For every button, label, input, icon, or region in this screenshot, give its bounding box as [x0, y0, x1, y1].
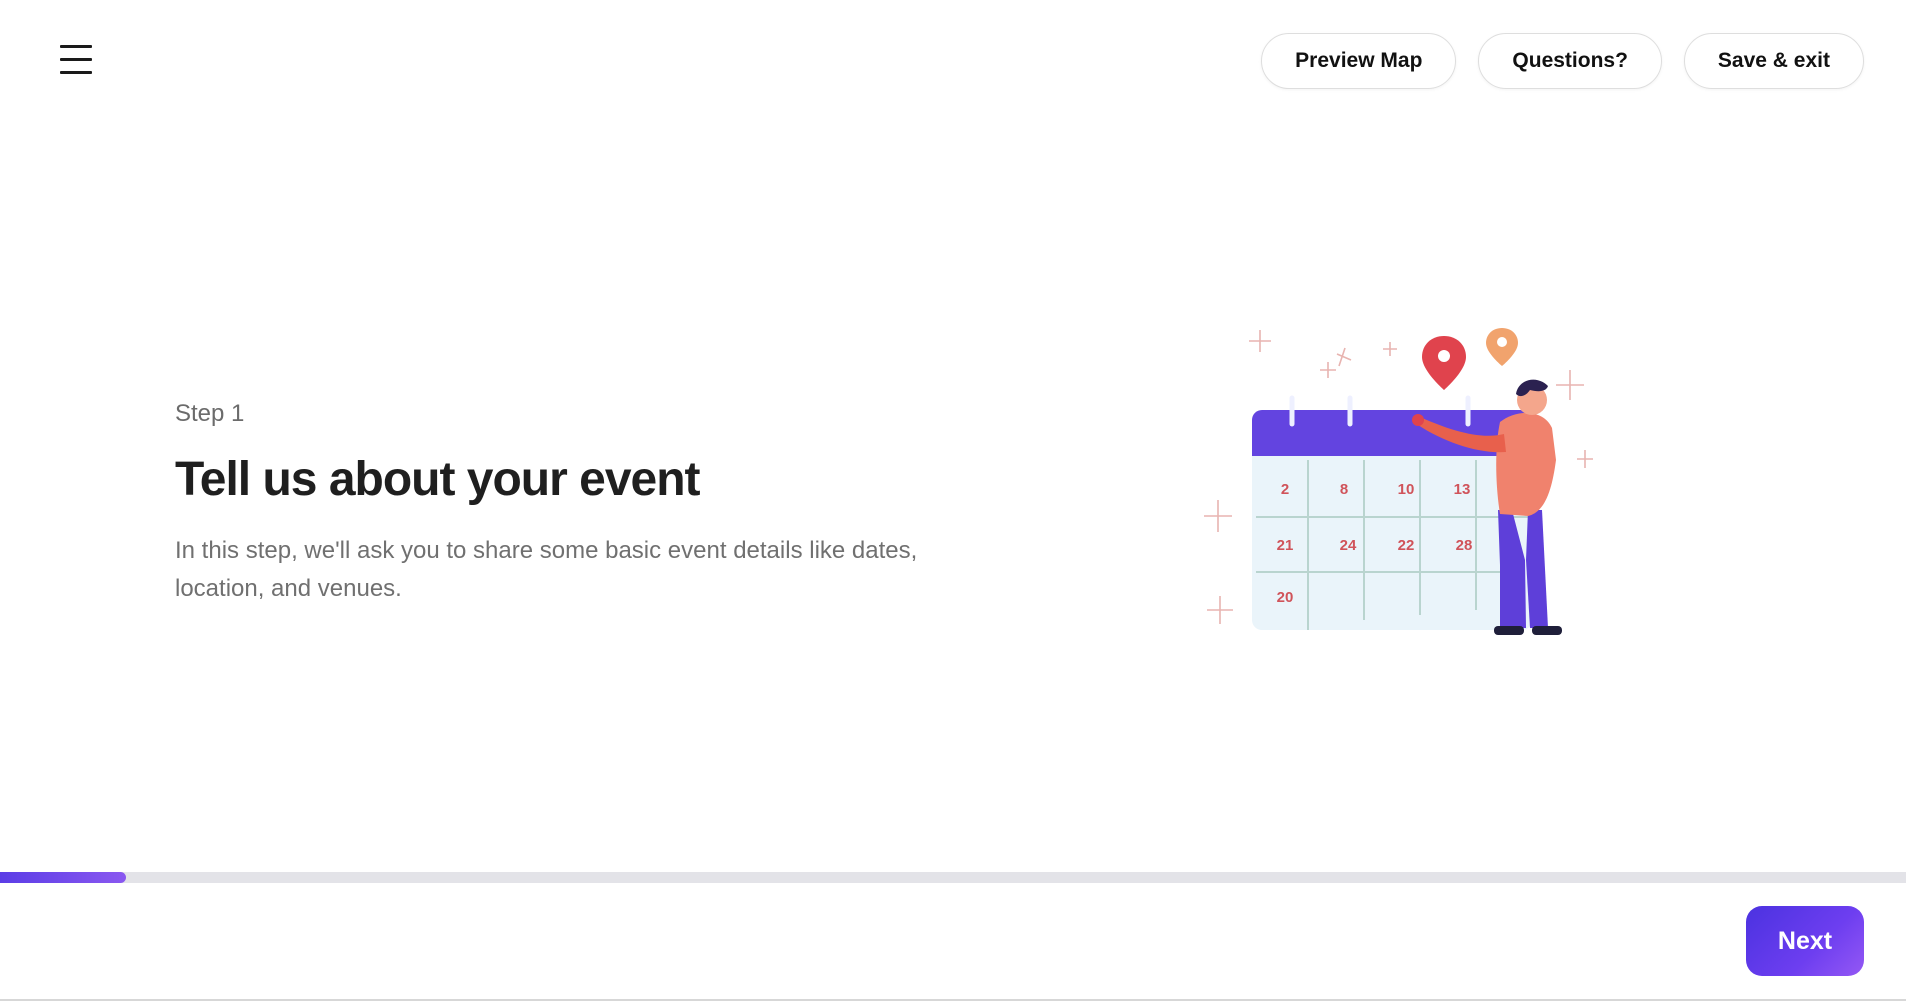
calendar-date: 10 [1398, 481, 1415, 498]
step-label: Step 1 [175, 400, 245, 427]
location-pin-icon [1422, 336, 1466, 390]
calendar-date: 28 [1456, 537, 1473, 554]
progress-bar [0, 872, 1906, 883]
calendar-date: 22 [1398, 537, 1415, 554]
save-and-exit-button[interactable]: Save & exit [1683, 33, 1864, 89]
calendar-date: 2 [1281, 481, 1289, 498]
calendar-person-illustration: 2 8 10 13 21 24 22 28 20 [1200, 310, 1640, 700]
preview-map-button[interactable]: Preview Map [1261, 33, 1457, 89]
step-description: In this step, we'll ask you to share som… [175, 537, 918, 602]
hamburger-menu-icon[interactable] [54, 40, 98, 80]
step-intro: Step 1 Tell us about your event In this … [175, 396, 975, 608]
questions-button[interactable]: Questions? [1478, 33, 1662, 89]
calendar-date: 24 [1340, 537, 1357, 554]
calendar-date: 20 [1277, 589, 1294, 606]
calendar-date: 8 [1340, 481, 1348, 498]
header-actions: Preview Map Questions? Save & exit [1261, 33, 1864, 89]
progress-bar-fill [0, 872, 126, 883]
calendar-date: 21 [1277, 537, 1294, 554]
location-pin-icon [1486, 328, 1518, 366]
next-button[interactable]: Next [1746, 906, 1864, 976]
calendar-date: 13 [1454, 481, 1471, 498]
page-title: Tell us about your event [175, 453, 701, 506]
